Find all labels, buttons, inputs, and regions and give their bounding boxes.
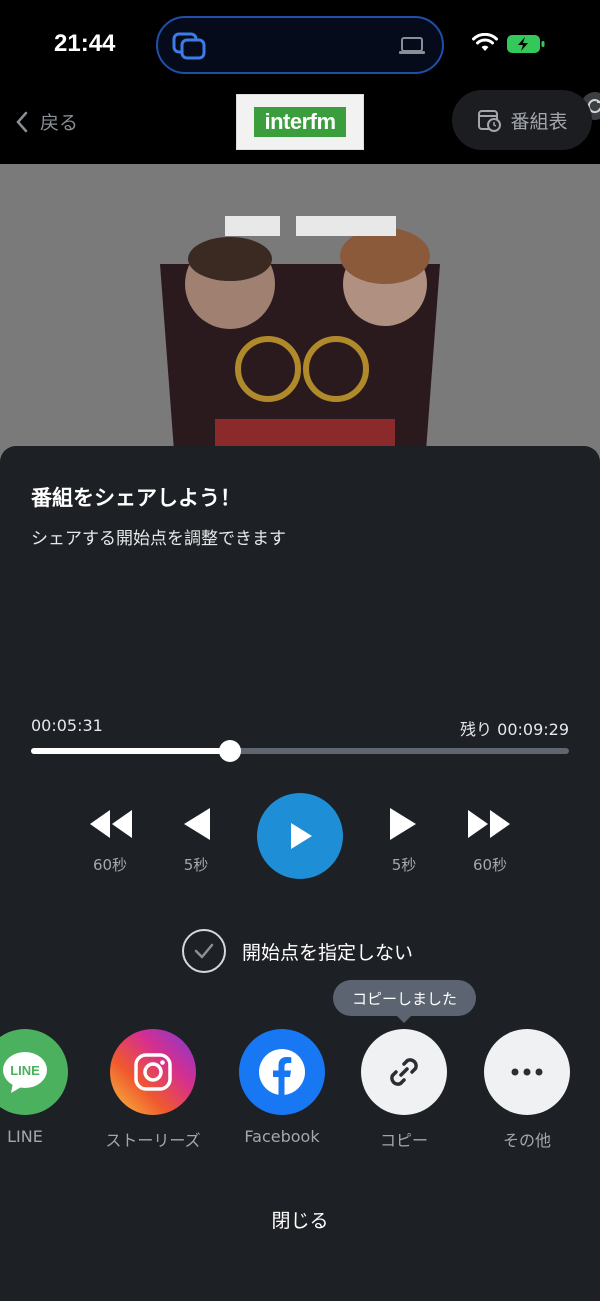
fast-rewind-icon [90, 810, 132, 838]
step-back-icon [184, 808, 210, 840]
share-facebook-button[interactable]: Facebook [217, 1029, 347, 1146]
schedule-label: 番組表 [510, 110, 568, 133]
share-more-button[interactable]: その他 [462, 1029, 592, 1151]
share-sheet: 番組をシェアしよう！ シェアする開始点を調整できます 00:05:31 残り 0… [0, 446, 600, 1301]
share-line-button[interactable]: LINE LINE [0, 1029, 90, 1146]
app-header: 戻る interfm 番組表 [0, 90, 600, 164]
station-logo[interactable]: interfm [236, 92, 600, 150]
play-icon [291, 823, 312, 849]
forward-60-button[interactable]: 60秒 [450, 806, 530, 875]
dynamic-island [156, 16, 444, 74]
status-time: 21:44 [54, 30, 116, 57]
instagram-icon [110, 1029, 196, 1115]
share-more-label: その他 [502, 1131, 551, 1150]
screen-mirroring-icon [172, 32, 208, 64]
share-stories-button[interactable]: ストーリーズ [88, 1029, 218, 1151]
schedule-button[interactable]: 番組表 [452, 90, 592, 150]
laptop-icon [398, 36, 426, 60]
position-time: 00:05:31 [31, 716, 103, 735]
sheet-title: 番組をシェアしよう！ [31, 486, 241, 510]
share-stories-label: ストーリーズ [105, 1131, 201, 1150]
fast-forward-icon [468, 810, 510, 838]
forward-5-button[interactable]: 5秒 [364, 806, 444, 875]
chevron-left-icon [16, 111, 28, 132]
wifi-icon [472, 32, 498, 57]
no-start-point-label: 開始点を指定しない [242, 941, 414, 964]
play-button[interactable] [257, 793, 343, 879]
battery-charging-icon [506, 33, 546, 59]
seek-bar-fill [31, 748, 231, 754]
rewind-60-label: 60秒 [92, 856, 128, 874]
forward-60-label: 60秒 [472, 856, 508, 874]
copy-link-label: コピー [379, 1131, 428, 1150]
seek-bar-thumb[interactable] [219, 740, 242, 762]
share-facebook-label: Facebook [244, 1127, 320, 1146]
back-button[interactable]: 戻る [14, 108, 78, 135]
facebook-icon [239, 1029, 325, 1115]
no-start-point-toggle[interactable]: 開始点を指定しない [182, 929, 413, 973]
remaining-time: 残り 00:09:29 [460, 720, 569, 739]
copy-link-button[interactable]: コピー [339, 1029, 469, 1151]
rewind-60-button[interactable]: 60秒 [70, 806, 150, 875]
link-icon [361, 1029, 447, 1115]
share-line-label: LINE [7, 1127, 43, 1146]
seek-bar[interactable] [31, 740, 569, 762]
calendar-clock-icon [478, 110, 502, 132]
step-forward-icon [390, 808, 416, 840]
check-circle-icon[interactable] [182, 929, 226, 973]
station-logo-text: interfm [254, 107, 346, 137]
rewind-5-label: 5秒 [183, 856, 209, 874]
sheet-subtitle: シェアする開始点を調整できます [31, 529, 286, 549]
rewind-5-button[interactable]: 5秒 [156, 806, 236, 875]
line-icon: LINE [0, 1029, 68, 1115]
close-button[interactable]: 閉じる [0, 1206, 600, 1233]
forward-5-label: 5秒 [391, 856, 417, 874]
svg-text:LINE: LINE [10, 1063, 40, 1078]
status-bar: 21:44 [0, 0, 600, 90]
program-artwork [0, 164, 600, 464]
more-icon [484, 1029, 570, 1115]
back-label: 戻る [40, 112, 79, 134]
copied-tooltip: コピーしました [333, 980, 476, 1023]
